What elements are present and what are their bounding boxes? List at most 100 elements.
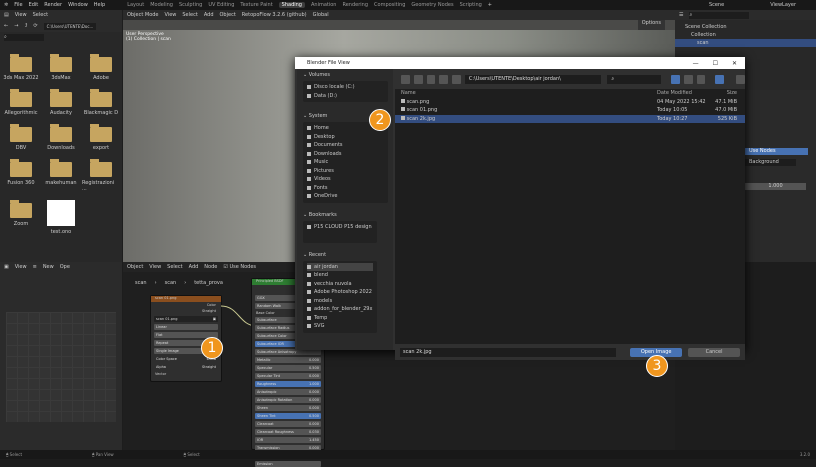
image-field[interactable]: scan 01.png ▣ — [154, 316, 218, 322]
col-size[interactable]: Size — [707, 90, 737, 96]
menu-icon[interactable]: ≡ — [33, 264, 37, 270]
file-row[interactable]: scan.png 04 May 2022 15:42 47.1 MiB — [395, 98, 745, 107]
recent-item[interactable]: SVG — [307, 322, 373, 331]
folder-item[interactable]: Blackmagic D — [82, 89, 120, 116]
bsdf-input-row[interactable]: Sheen 0.000 — [255, 405, 321, 411]
vp-select-menu[interactable]: Select — [182, 12, 197, 18]
menu-file[interactable]: File — [14, 2, 22, 8]
col-name[interactable]: Name — [401, 90, 657, 96]
fb-path-field[interactable]: C:\Users\UTENTE\Doc... — [43, 22, 97, 30]
fb-select-menu[interactable]: Select — [33, 12, 48, 18]
system-item[interactable]: Desktop — [307, 133, 384, 142]
recent-item[interactable]: air jordan — [307, 262, 373, 271]
bsdf-input-row[interactable]: Roughness 1.000 — [255, 381, 321, 387]
cancel-button[interactable]: Cancel — [688, 347, 740, 357]
forward-icon[interactable]: → — [14, 23, 18, 29]
fb-view-menu[interactable]: View — [15, 12, 27, 18]
ne-select-menu[interactable]: Select — [167, 264, 182, 270]
filter-icon[interactable]: ☰ — [679, 12, 683, 18]
bsdf-input-row[interactable]: Anisotropic 0.000 — [255, 389, 321, 395]
use-nodes-checkbox[interactable]: ☑ Use Nodes — [223, 264, 256, 270]
folder-item[interactable]: DBV — [2, 124, 40, 151]
folder-item[interactable]: Fusion 360 — [2, 159, 40, 192]
fb-search-input[interactable]: ⌕ — [4, 33, 44, 41]
folder-item[interactable]: Registrazioni ... — [82, 159, 120, 192]
new-folder-icon[interactable] — [452, 74, 461, 84]
folder-item[interactable]: Adobe — [82, 54, 120, 81]
system-item[interactable]: Music — [307, 158, 384, 167]
volume-item[interactable]: Data (D:) — [307, 92, 384, 101]
bsdf-input-row[interactable]: IOR 1.450 — [255, 437, 321, 443]
recent-item[interactable]: Adobe Photoshop 2022 — [307, 288, 373, 297]
menu-help[interactable]: Help — [94, 2, 105, 8]
tab-rendering[interactable]: Rendering — [342, 2, 368, 8]
bookmarks-header[interactable]: ⌄ Bookmarks — [297, 209, 393, 221]
system-item[interactable]: Videos — [307, 175, 384, 184]
system-item[interactable]: Fonts — [307, 184, 384, 193]
recent-item[interactable]: addon_for_blender_29x — [307, 305, 373, 314]
system-item[interactable]: OneDrive — [307, 192, 384, 201]
horizontal-list-icon[interactable] — [683, 74, 693, 84]
vp-add-menu[interactable]: Add — [204, 12, 214, 18]
ne-node-menu[interactable]: Node — [204, 264, 217, 270]
editor-type-icon[interactable]: ▤ — [4, 12, 9, 18]
minimize-button[interactable]: — — [693, 60, 699, 67]
tab-texture-paint[interactable]: Texture Paint — [240, 2, 272, 8]
bsdf-input-row[interactable]: Specular Tint 0.000 — [255, 373, 321, 379]
folder-item[interactable]: 3dsMax — [42, 54, 80, 81]
tab-shading[interactable]: Shading — [278, 2, 305, 8]
menu-window[interactable]: Window — [68, 2, 88, 8]
new-image-button[interactable]: New — [43, 264, 54, 270]
add-workspace-button[interactable]: + — [488, 2, 492, 8]
tab-animation[interactable]: Animation — [311, 2, 337, 8]
ne-object-dropdown[interactable]: Object — [127, 264, 143, 270]
back-icon[interactable]: ← — [4, 23, 8, 29]
open-image-button[interactable]: Ope — [60, 264, 70, 270]
options-button[interactable]: Options — [637, 20, 665, 30]
tab-layout[interactable]: Layout — [127, 2, 144, 8]
folder-item[interactable]: Downloads — [42, 124, 80, 151]
tab-uv-editing[interactable]: UV Editing — [208, 2, 234, 8]
col-date[interactable]: Date Modified — [657, 90, 707, 96]
surface-dropdown[interactable]: Background — [745, 159, 796, 166]
system-item[interactable]: Pictures — [307, 167, 384, 176]
bsdf-input-row[interactable]: Clearcoat 0.000 — [255, 421, 321, 427]
editor-type-icon[interactable]: ▣ — [4, 264, 9, 270]
thumbnails-icon[interactable] — [696, 74, 706, 84]
volumes-header[interactable]: ⌄ Volumes — [297, 69, 393, 81]
recent-item[interactable]: models — [307, 297, 373, 306]
bsdf-input-row[interactable]: Metallic 0.000 — [255, 357, 321, 363]
path-field[interactable]: C:\Users\UTENTE\Desktop\air jordan\ — [464, 74, 602, 84]
system-item[interactable]: Downloads — [307, 150, 384, 159]
tab-modeling[interactable]: Modeling — [150, 2, 173, 8]
recent-item[interactable]: blend — [307, 271, 373, 280]
tab-compositing[interactable]: Compositing — [374, 2, 405, 8]
back-icon[interactable] — [401, 74, 410, 84]
bsdf-input-row[interactable]: Sheen Tint 0.500 — [255, 413, 321, 419]
search-field[interactable]: ⌕ — [607, 74, 662, 84]
view-layer-selector[interactable]: ViewLayer — [770, 2, 796, 8]
scene-collection[interactable]: Scene Collection — [685, 23, 816, 31]
outliner-object-scan[interactable]: scan — [675, 39, 816, 47]
tab-geometry-nodes[interactable]: Geometry Nodes — [411, 2, 453, 8]
bsdf-input-row[interactable]: Clearcoat Roughness 0.030 — [255, 429, 321, 435]
bsdf-input-row[interactable]: Emission — [255, 461, 321, 467]
folder-item[interactable]: makehuman — [42, 159, 80, 192]
bsdf-input-row[interactable]: Specular 0.500 — [255, 365, 321, 371]
system-item[interactable]: Documents — [307, 141, 384, 150]
folder-item[interactable]: 3ds Max 2022 — [2, 54, 40, 81]
filename-input[interactable]: scan 2k.jpg — [400, 347, 617, 357]
refresh-icon[interactable]: ⟳ — [33, 23, 37, 29]
parent-directory-icon[interactable] — [426, 74, 436, 84]
refresh-icon[interactable] — [439, 74, 449, 84]
bookmark-item[interactable]: P15 CLOUD P15 design — [307, 223, 373, 232]
uv-view-menu[interactable]: View — [15, 264, 27, 270]
filter-icon[interactable] — [715, 74, 725, 84]
scene-selector[interactable]: Scene — [709, 2, 724, 8]
maximize-button[interactable]: ☐ — [713, 60, 718, 67]
parent-icon[interactable]: ⮥ — [24, 23, 27, 29]
outliner-search[interactable]: ⌕ — [689, 11, 750, 19]
file-row[interactable]: scan 01.png Today 10:05 47.0 MiB — [395, 106, 745, 115]
menu-render[interactable]: Render — [44, 2, 62, 8]
recent-header[interactable]: ⌄ Recent — [297, 249, 393, 261]
